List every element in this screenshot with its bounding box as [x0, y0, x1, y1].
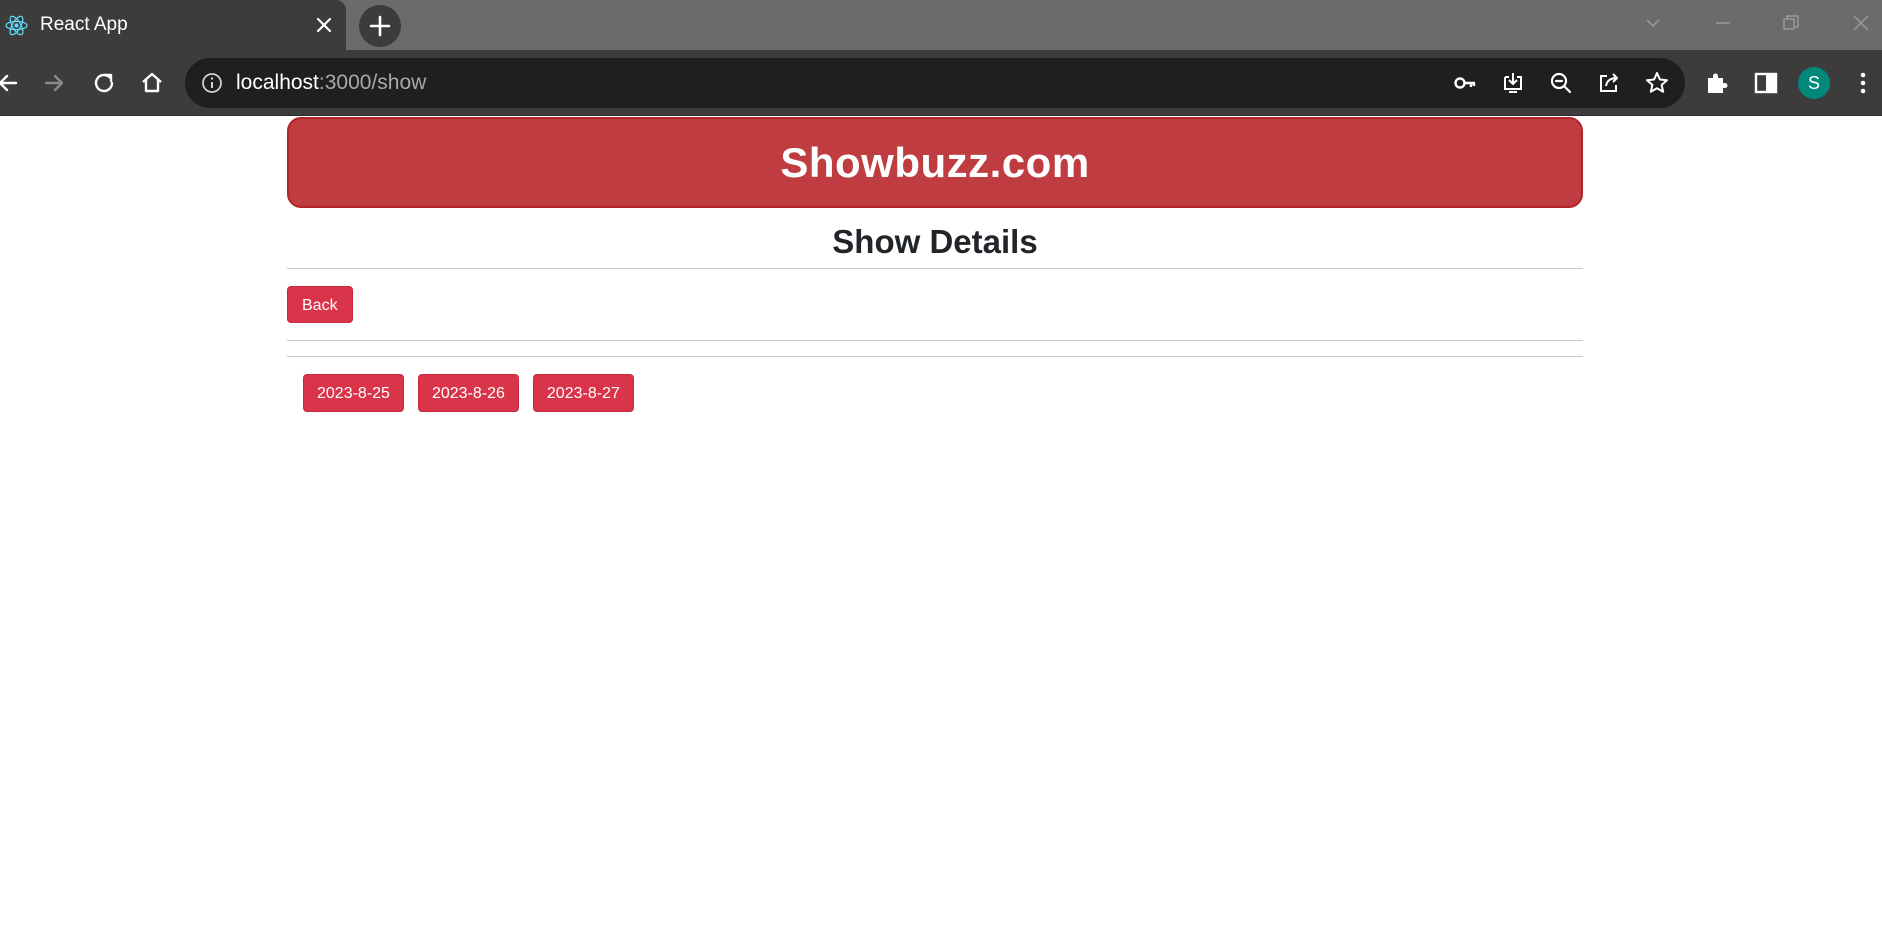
profile-avatar[interactable]: S: [1798, 67, 1830, 99]
minimize-icon[interactable]: [1710, 10, 1736, 36]
tab-title: React App: [40, 14, 128, 35]
share-icon[interactable]: [1595, 69, 1623, 97]
side-panel-icon[interactable]: [1751, 68, 1781, 98]
react-logo-icon: [5, 15, 28, 36]
tab-search-icon[interactable]: [1640, 10, 1666, 36]
new-tab-button[interactable]: [359, 5, 401, 47]
browser-toolbar: localhost:3000/show S: [0, 50, 1882, 116]
site-info-icon[interactable]: [199, 70, 225, 96]
restore-icon[interactable]: [1778, 10, 1804, 36]
install-app-icon[interactable]: [1499, 69, 1527, 97]
divider-bottom: [287, 356, 1583, 357]
page-title: Show Details: [832, 223, 1038, 260]
back-button[interactable]: Back: [287, 286, 353, 323]
date-button-2023-8-26[interactable]: 2023-8-26: [417, 374, 519, 412]
home-icon[interactable]: [137, 68, 167, 98]
browser-tabstrip: React App: [0, 0, 1882, 50]
page-viewport: Showbuzz.com Show Details Back 2023-8-25…: [0, 117, 1882, 945]
date-list: 2023-8-25 2023-8-26 2023-8-27: [287, 374, 1583, 412]
date-button-2023-8-25[interactable]: 2023-8-25: [303, 374, 404, 412]
close-window-icon[interactable]: [1848, 10, 1874, 36]
extensions-puzzle-icon[interactable]: [1702, 68, 1732, 98]
plus-icon: [369, 15, 391, 37]
url-host: localhost: [236, 71, 319, 94]
more-menu-icon[interactable]: [1848, 68, 1878, 98]
divider-middle: [287, 340, 1583, 341]
browser-tab[interactable]: React App: [0, 0, 346, 50]
key-icon[interactable]: [1451, 69, 1479, 97]
brand-banner: Showbuzz.com: [287, 117, 1583, 208]
forward-arrow-icon[interactable]: [40, 68, 70, 98]
brand-title: Showbuzz.com: [780, 138, 1090, 186]
content-container: Showbuzz.com Show Details Back 2023-8-25…: [287, 117, 1583, 412]
url-path: :3000/show: [318, 71, 427, 94]
back-arrow-icon[interactable]: [0, 68, 24, 98]
address-bar[interactable]: localhost:3000/show: [185, 58, 1685, 108]
close-tab-icon[interactable]: [312, 13, 336, 37]
divider-top: [287, 268, 1583, 269]
bookmark-star-icon[interactable]: [1643, 69, 1671, 97]
url-text: localhost:3000/show: [236, 71, 426, 95]
reload-icon[interactable]: [89, 68, 119, 98]
zoom-out-icon[interactable]: [1547, 69, 1575, 97]
date-button-2023-8-27[interactable]: 2023-8-27: [532, 374, 634, 412]
